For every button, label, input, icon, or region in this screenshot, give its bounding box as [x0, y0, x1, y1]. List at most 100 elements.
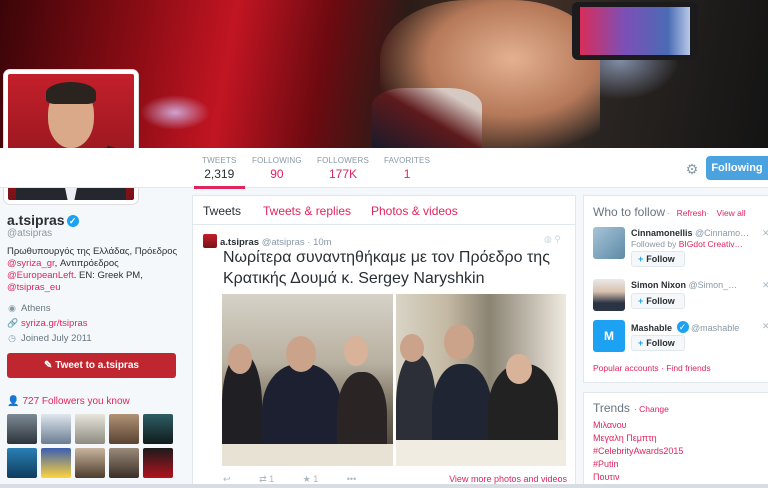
suggestion-avatar[interactable] — [593, 227, 625, 259]
tweet-header: a.tsipras @atsipras · 10m — [203, 234, 332, 248]
add-user-icon: + — [638, 254, 644, 264]
reply-icon[interactable]: ↩ — [223, 474, 231, 484]
profile-nav-bar: TWEETS 2,319 FOLLOWING 90 FOLLOWERS 177K… — [0, 148, 768, 189]
follow-button-label: Follow — [646, 296, 675, 306]
tab-photos-and-videos[interactable]: Photos & videos — [371, 204, 458, 218]
follower-avatar[interactable] — [41, 414, 71, 444]
trend-item[interactable]: #Putin — [593, 459, 619, 469]
follower-avatar[interactable] — [7, 414, 37, 444]
suggestion-name[interactable]: Mashable — [631, 323, 672, 333]
stat-following-label: FOLLOWING — [252, 156, 302, 165]
profile-bio: Πρωθυπουργός της Ελλάδας, Πρόεδρος @syri… — [7, 246, 187, 294]
trend-item[interactable]: Μιλανου — [593, 420, 627, 430]
stat-favorites-value: 1 — [403, 167, 411, 181]
bio-text-2: , Αντιπρόεδρος — [54, 258, 119, 269]
suggestion-name[interactable]: Simon Nixon — [631, 280, 686, 290]
follow-button-label: Follow — [646, 254, 675, 264]
compose-icon: ✎ — [44, 360, 56, 371]
suggestion-handle: @mashable — [691, 323, 740, 333]
globe-icon: ◍ — [544, 234, 552, 244]
suggestion-handle: @Simon_… — [688, 280, 738, 290]
follower-avatar[interactable] — [75, 414, 105, 444]
favorite-count: 1 — [313, 474, 319, 484]
tweet-author-avatar[interactable] — [203, 234, 217, 248]
who-to-follow-header: Who to follow · Refresh· View all — [593, 205, 746, 219]
bio-link-europeanleft[interactable]: @EuropeanLeft — [7, 270, 74, 281]
tweet-text: Νωρίτερα συναντηθήκαμε με τον Πρόεδρο τη… — [223, 249, 550, 287]
follower-avatar[interactable] — [109, 414, 139, 444]
trends-title: Trends — [593, 401, 630, 415]
tweet-to-button[interactable]: ✎ Tweet to a.tsipras — [7, 353, 176, 378]
more-icon[interactable]: ••• — [347, 474, 356, 484]
tab-tweets-and-replies[interactable]: Tweets & replies — [263, 204, 351, 218]
tweet-photo-1[interactable] — [222, 294, 393, 466]
tweet-photo-2[interactable] — [396, 294, 566, 466]
refresh-link[interactable]: Refresh — [677, 208, 707, 218]
follow-button-label: Follow — [646, 338, 675, 348]
followed-by-link[interactable]: BIGdot Creativ… — [679, 239, 743, 249]
who-to-follow-module: Who to follow · Refresh· View all Cinnam… — [583, 195, 768, 383]
favorite-icon[interactable]: ★ — [303, 474, 311, 484]
suggestion-name[interactable]: Cinnamonellis — [631, 228, 693, 238]
profile-name-text: a.tsipras — [7, 212, 65, 228]
joined-text: Joined July 2011 — [21, 333, 92, 344]
stat-tweets-value: 2,319 — [204, 167, 235, 181]
profile-handle[interactable]: @atsipras — [7, 228, 52, 239]
location-text: Athens — [21, 303, 51, 314]
location-pin-icon: ◉ — [8, 303, 16, 313]
user-icon: 👤 — [7, 396, 20, 407]
profile-name[interactable]: a.tsipras ✓ — [7, 212, 79, 228]
stat-favorites-label: FAVORITES — [384, 156, 431, 165]
trends-module: Trends · Change Μιλανου Μεγαλη Πεμπτη #Ce… — [583, 392, 768, 488]
who-to-follow-title: Who to follow — [593, 205, 666, 219]
trend-item[interactable]: Πουτιν — [593, 472, 619, 482]
view-all-link[interactable]: View all — [717, 208, 746, 218]
profile-website[interactable]: 🔗 syriza.gr/tsipras — [7, 318, 88, 329]
website-link[interactable]: syriza.gr/tsipras — [21, 318, 88, 329]
trend-item[interactable]: #CelebrityAwards2015 — [593, 446, 683, 456]
tweet-to-label: Tweet to a.tsipras — [55, 360, 139, 371]
follower-avatar[interactable] — [7, 448, 37, 478]
follow-button[interactable]: + Follow — [631, 293, 685, 309]
stat-tweets[interactable]: TWEETS 2,319 — [194, 156, 244, 189]
trends-header: Trends · Change — [593, 401, 669, 415]
add-user-icon: + — [638, 296, 644, 306]
trend-item[interactable]: Μεγαλη Πεμπτη — [593, 433, 657, 443]
who-to-follow-footer[interactable]: Popular accounts · Find friends — [593, 363, 711, 373]
view-more-photos-link[interactable]: View more photos and videos — [449, 474, 567, 484]
stat-following-value: 90 — [270, 167, 284, 181]
stat-following[interactable]: FOLLOWING 90 — [252, 156, 302, 181]
suggestion-item: Simon Nixon @Simon_… + Follow ✕ — [593, 279, 768, 319]
follower-avatar[interactable] — [41, 448, 71, 478]
followers-you-know-link[interactable]: 👤 727 Followers you know — [7, 396, 130, 407]
follower-avatar[interactable] — [143, 448, 173, 478]
followed-by-text: Followed by — [631, 239, 679, 249]
following-button[interactable]: Following — [706, 156, 768, 180]
header-separator: · — [706, 208, 710, 218]
follow-button[interactable]: + Follow — [631, 251, 685, 267]
change-trends-link[interactable]: · Change — [634, 404, 669, 414]
follower-avatar[interactable] — [75, 448, 105, 478]
dismiss-icon[interactable]: ✕ — [762, 280, 768, 291]
timeline-tabs: Tweets Tweets & replies Photos & videos — [193, 196, 575, 225]
stat-favorites[interactable]: FAVORITES 1 — [384, 156, 430, 181]
add-user-icon: + — [638, 338, 644, 348]
suggestion-item: Cinnamonellis @Cinnamo… Followed by BIGd… — [593, 227, 768, 267]
dismiss-icon[interactable]: ✕ — [762, 228, 768, 239]
tweet-header-icons: ◍ ⚲ — [544, 234, 561, 245]
bio-text-3: . EN: Greek PM, — [73, 270, 143, 281]
stat-followers[interactable]: FOLLOWERS 177K — [317, 156, 369, 181]
tab-tweets[interactable]: Tweets — [203, 204, 241, 218]
bio-link-tsipras-eu[interactable]: @tsipras_eu — [7, 282, 60, 293]
suggestion-avatar[interactable] — [593, 279, 625, 311]
bio-link-syriza[interactable]: @syriza_gr — [7, 258, 55, 269]
phone-image — [572, 2, 698, 60]
gear-icon[interactable]: ⚙ — [684, 161, 700, 177]
follow-button[interactable]: + Follow — [631, 335, 685, 351]
follower-avatar[interactable] — [109, 448, 139, 478]
dismiss-icon[interactable]: ✕ — [762, 321, 768, 332]
retweet-icon[interactable]: ⇄ — [259, 474, 267, 484]
mashable-logo-icon[interactable]: M — [593, 320, 625, 352]
calendar-icon: ◷ — [8, 333, 16, 343]
follower-avatar[interactable] — [143, 414, 173, 444]
